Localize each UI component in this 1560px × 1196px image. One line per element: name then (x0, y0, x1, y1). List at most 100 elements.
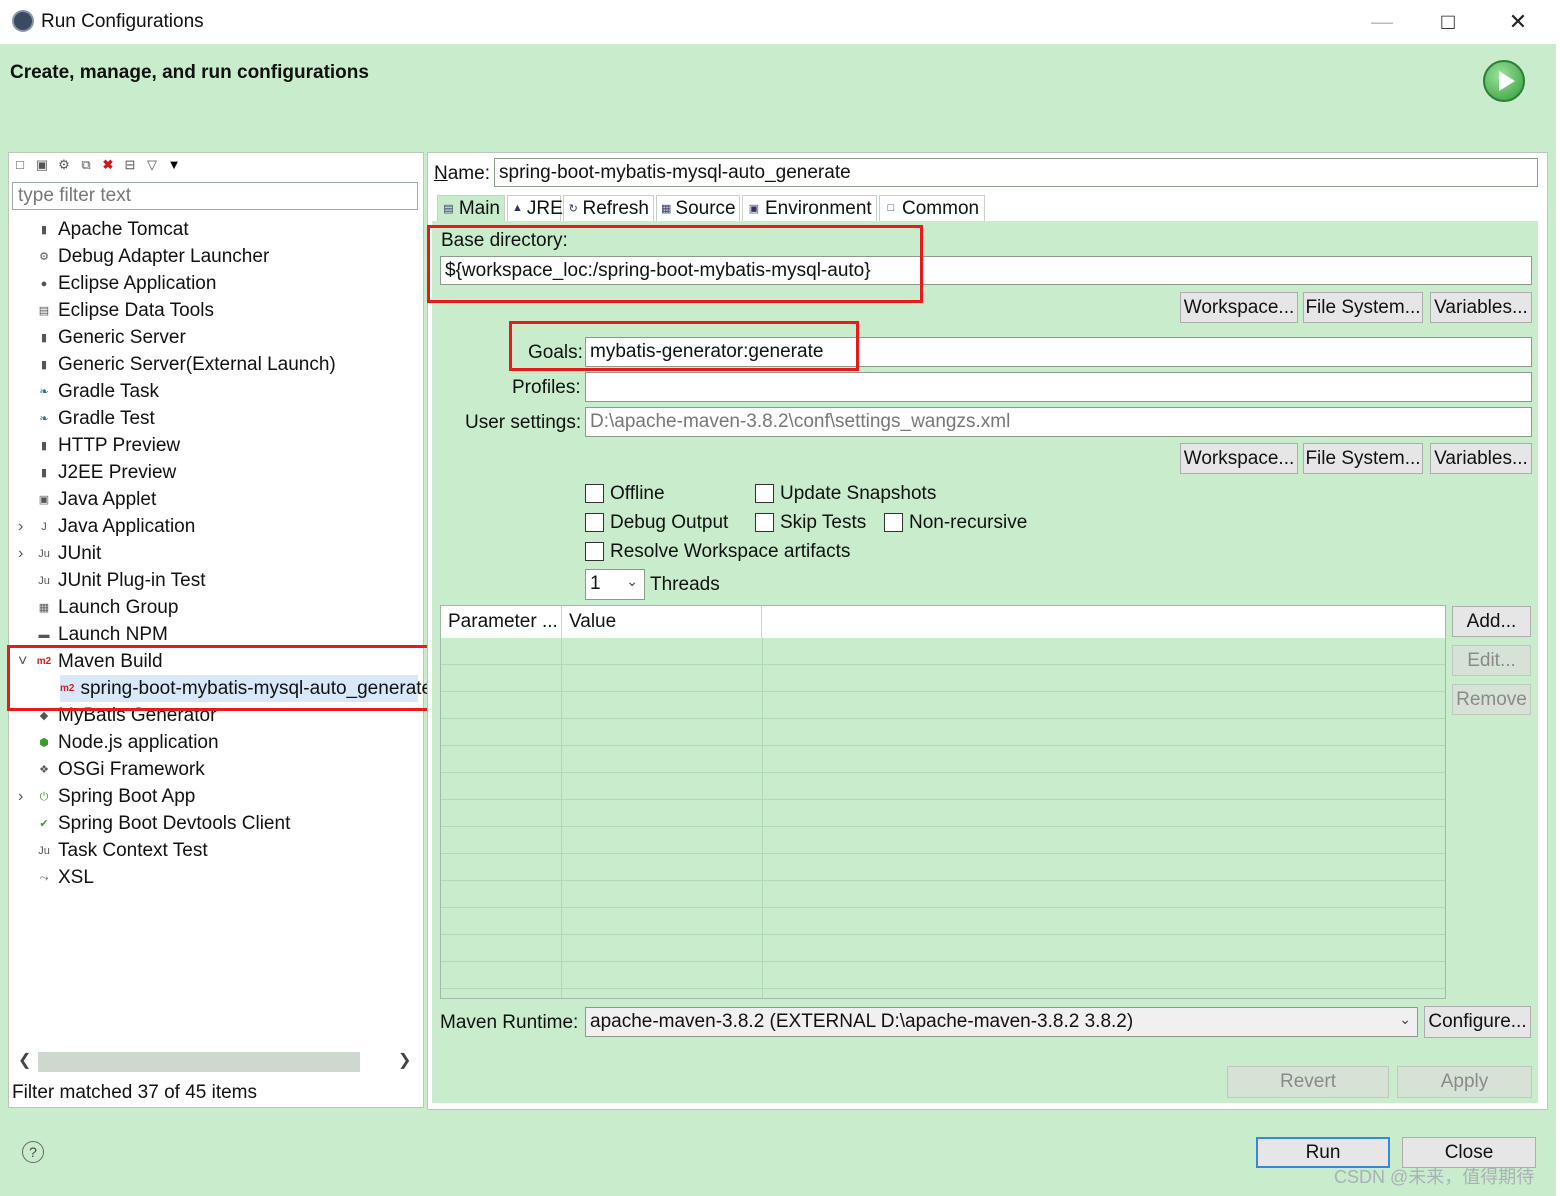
grid-line (441, 907, 1445, 908)
update-snapshots-checkbox[interactable] (755, 484, 774, 503)
gradle-icon: ❧ (39, 412, 49, 425)
configure-button[interactable]: Configure... (1424, 1006, 1531, 1038)
skip-tests-checkbox[interactable] (755, 513, 774, 532)
grid-line (441, 853, 1445, 854)
tree-item-label: Gradle Test (58, 407, 155, 429)
tree-item[interactable]: ▦ Launch Group (36, 594, 179, 621)
duplicate-icon[interactable]: ⧉ (78, 157, 94, 173)
apply-button[interactable]: Apply (1397, 1066, 1532, 1098)
tab-jre[interactable]: ▲ JRE (507, 195, 563, 221)
tree-item[interactable]: ▮ Apache Tomcat (36, 216, 189, 243)
tree-item-label: Gradle Task (58, 380, 160, 402)
tree-item[interactable]: ❧ Gradle Test (36, 405, 155, 432)
junit-plugin-icon: Ju (38, 574, 50, 587)
chevron-right-icon[interactable]: › (18, 788, 23, 806)
offline-checkbox[interactable] (585, 484, 604, 503)
user-settings-label: User settings: (465, 412, 582, 433)
maven-runtime-select[interactable]: apache-maven-3.8.2 (EXTERNAL D:\apache-m… (585, 1007, 1418, 1037)
grid-line (441, 691, 1445, 692)
eclipse-icon: ● (40, 277, 48, 290)
tree-item[interactable]: ▮ Generic Server (36, 324, 186, 351)
delete-icon[interactable]: ✖ (100, 157, 116, 173)
maximize-button[interactable]: □ (1428, 6, 1468, 38)
tab-label: Main (458, 197, 500, 219)
window-title: Run Configurations (41, 11, 204, 32)
minimize-button[interactable]: — (1362, 6, 1402, 38)
tree-item[interactable]: Ju JUnit Plug-in Test (36, 567, 205, 594)
tab-environment[interactable]: ▣ Environment (742, 195, 877, 221)
tab-refresh[interactable]: ↻ Refresh (563, 195, 654, 221)
tree-item[interactable]: ✔ Spring Boot Devtools Client (36, 810, 290, 837)
tree-item[interactable]: ⬢ Node.js application (36, 729, 218, 756)
tree-item[interactable]: ⚙ Debug Adapter Launcher (36, 243, 269, 270)
profiles-field[interactable] (585, 372, 1532, 402)
debug-output-label: Debug Output (610, 512, 729, 533)
new-config-icon[interactable]: □ (12, 157, 28, 173)
tree-item-label: JUnit (58, 542, 102, 564)
tree-item[interactable]: ⤳ XSL (36, 864, 94, 891)
tree-item[interactable]: ▮ J2EE Preview (36, 459, 176, 486)
collapse-all-icon[interactable]: ⊟ (122, 157, 138, 173)
help-icon[interactable]: ? (22, 1141, 44, 1163)
name-field[interactable]: spring-boot-mybatis-mysql-auto_generate (494, 158, 1538, 187)
filter-input[interactable]: type filter text (12, 182, 418, 210)
applet-icon: ▣ (38, 493, 50, 506)
column-header-value[interactable]: Value (562, 606, 762, 638)
watermark: CSDN @未来，值得期待 (1334, 1167, 1535, 1187)
tree-item[interactable]: ▮ Generic Server(External Launch) (36, 351, 336, 378)
export-icon[interactable]: ⚙ (56, 157, 72, 173)
tree-item[interactable]: › ⏻ Spring Boot App (18, 783, 195, 810)
maven-highlight-box (7, 645, 439, 711)
run-banner-icon (1483, 60, 1525, 102)
tree-item-label: Generic Server (58, 326, 186, 348)
tree-item[interactable]: ● Eclipse Application (36, 270, 217, 297)
threads-select[interactable]: 1 ⌄ (585, 569, 645, 600)
tree-item-label: Task Context Test (58, 839, 208, 861)
new-prototype-icon[interactable]: ▣ (34, 157, 50, 173)
environment-icon: ▣ (748, 202, 760, 215)
workspace-button-2[interactable]: Workspace... (1180, 443, 1298, 474)
tree-item[interactable]: › Ju JUnit (18, 540, 102, 567)
server-icon: ▮ (40, 223, 48, 236)
launch-group-icon: ▦ (38, 601, 50, 614)
junit-icon: Ju (38, 547, 50, 560)
tree-item[interactable]: › J Java Application (18, 513, 195, 540)
spring-boot-icon: ⏻ (39, 790, 49, 803)
remove-parameter-button[interactable]: Remove (1452, 684, 1531, 715)
chevron-right-icon[interactable]: › (18, 545, 23, 563)
tree-item[interactable]: ▤ Eclipse Data Tools (36, 297, 214, 324)
tab-main[interactable]: ▤ Main (437, 195, 505, 221)
debug-output-checkbox[interactable] (585, 513, 604, 532)
non-recursive-label: Non-recursive (909, 512, 1028, 533)
tree-item[interactable]: ❧ Gradle Task (36, 378, 159, 405)
variables-button-2[interactable]: Variables... (1430, 443, 1532, 474)
tree-item[interactable]: Ju Task Context Test (36, 837, 208, 864)
scroll-thumb[interactable] (38, 1052, 360, 1072)
server-icon: ▮ (40, 466, 48, 479)
close-window-button[interactable]: ✕ (1498, 6, 1538, 38)
user-settings-field[interactable]: D:\apache-maven-3.8.2\conf\settings_wang… (585, 407, 1532, 437)
tree-item[interactable]: ▣ Java Applet (36, 486, 156, 513)
file-system-button-2[interactable]: File System... (1303, 443, 1423, 474)
variables-button[interactable]: Variables... (1430, 292, 1532, 323)
scroll-left-icon[interactable]: ❮ (18, 1050, 31, 1070)
add-parameter-button[interactable]: Add... (1452, 606, 1531, 637)
workspace-button[interactable]: Workspace... (1180, 292, 1298, 323)
tree-item[interactable]: ▮ HTTP Preview (36, 432, 180, 459)
non-recursive-checkbox[interactable] (884, 513, 903, 532)
filter-icon[interactable]: ▽ (144, 157, 160, 173)
view-menu-icon[interactable]: ▼ (166, 157, 182, 173)
edit-parameter-button[interactable]: Edit... (1452, 645, 1531, 676)
tree-item[interactable]: ▬ Launch NPM (36, 621, 168, 648)
chevron-right-icon[interactable]: › (18, 518, 23, 536)
tree-item-label: Generic Server(External Launch) (58, 353, 336, 375)
eclipse-gear-icon (12, 10, 34, 32)
file-system-button[interactable]: File System... (1303, 292, 1423, 323)
tree-item[interactable]: ❖ OSGi Framework (36, 756, 205, 783)
tab-common[interactable]: □ Common (879, 195, 985, 221)
column-header-parameter[interactable]: Parameter ... (441, 606, 562, 638)
scroll-right-icon[interactable]: ❯ (398, 1050, 411, 1070)
resolve-workspace-checkbox[interactable] (585, 542, 604, 561)
tab-source[interactable]: ▦ Source (656, 195, 740, 221)
revert-button[interactable]: Revert (1227, 1066, 1389, 1098)
